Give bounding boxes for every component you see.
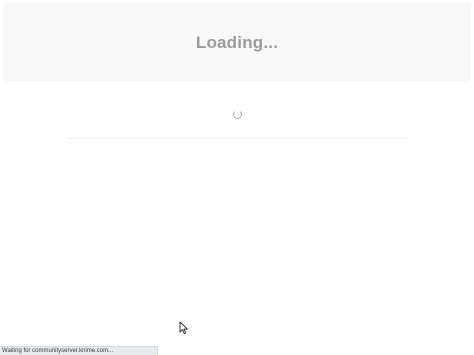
content-divider <box>68 138 408 139</box>
loading-heading: Loading... <box>195 33 279 52</box>
status-bar: Waiting for communityserver.knime.com... <box>0 346 158 355</box>
mouse-pointer-icon <box>179 321 188 335</box>
loading-spinner-icon <box>233 110 242 119</box>
